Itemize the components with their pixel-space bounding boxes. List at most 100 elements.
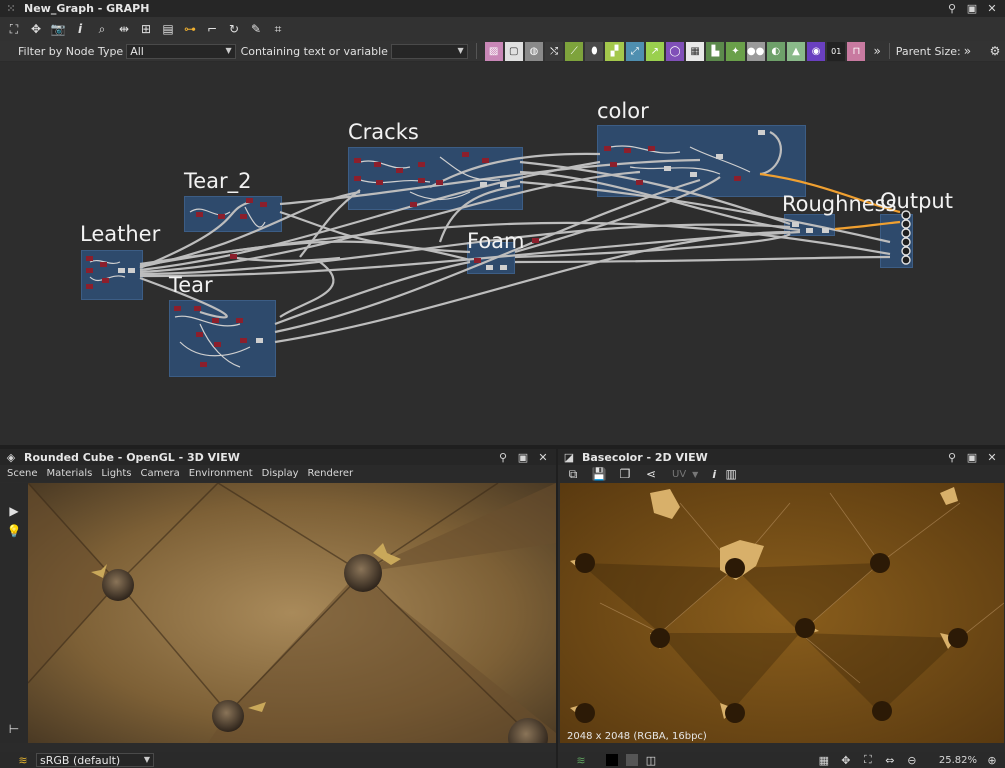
settings-icon[interactable]: ⚙ [985, 41, 1005, 61]
node[interactable] [806, 228, 813, 233]
node[interactable] [246, 198, 253, 203]
transform-icon[interactable]: ⤢ [625, 41, 644, 61]
move-icon[interactable]: ⇔ [883, 753, 897, 767]
tools-icon[interactable]: ✎ [245, 19, 267, 39]
node[interactable] [240, 338, 247, 343]
frame-icon[interactable]: ▤ [157, 19, 179, 39]
align-nodes-icon[interactable]: ⇹ [113, 19, 135, 39]
layers-icon[interactable]: ≋ [574, 753, 588, 767]
pin-icon[interactable]: ⚲ [945, 450, 959, 464]
node[interactable] [128, 268, 135, 273]
tile-icon[interactable]: ▦ [686, 41, 705, 61]
gradient-icon[interactable]: ▞ [605, 41, 624, 61]
link-style-icon[interactable]: ⊶ [179, 19, 201, 39]
close-icon[interactable]: ✕ [985, 450, 999, 464]
color-picker-icon[interactable]: ◫ [644, 753, 658, 767]
share-icon[interactable]: ⋖ [640, 464, 662, 484]
binary-icon[interactable]: 01 [827, 41, 846, 61]
node[interactable] [500, 265, 507, 270]
copy-icon[interactable]: ⧉ [562, 464, 584, 484]
node[interactable] [480, 182, 487, 187]
menu-lights[interactable]: Lights [101, 468, 131, 479]
node[interactable] [482, 158, 489, 163]
fill-icon[interactable]: ⬮ [585, 41, 604, 61]
maximize-icon[interactable]: ▣ [516, 450, 530, 464]
search-icon[interactable]: ⌕ [91, 19, 113, 39]
node[interactable] [436, 180, 443, 185]
node[interactable] [86, 256, 93, 261]
graph-canvas[interactable]: Leather Tear_2 Tear Cracks Foam color Ro… [0, 62, 1005, 445]
zoom-level[interactable]: 25.82% [939, 755, 977, 766]
menu-renderer[interactable]: Renderer [308, 468, 354, 479]
normal-icon[interactable]: ▙ [706, 41, 725, 61]
search-input[interactable]: ▼ [390, 43, 468, 59]
node[interactable] [260, 202, 267, 207]
menu-scene[interactable]: Scene [7, 468, 38, 479]
node[interactable] [86, 284, 93, 289]
video-camera-icon[interactable]: ▶ [3, 501, 25, 521]
node[interactable] [624, 148, 631, 153]
zoom-in-icon[interactable]: ⊕ [985, 753, 999, 767]
node[interactable] [218, 214, 225, 219]
node[interactable] [758, 130, 765, 135]
node[interactable] [462, 152, 469, 157]
node[interactable] [690, 172, 697, 177]
node[interactable] [174, 306, 181, 311]
maximize-icon[interactable]: ▣ [965, 450, 979, 464]
node-type-select[interactable]: All ▼ [126, 43, 236, 59]
channel-black-swatch[interactable] [606, 754, 618, 766]
histogram-icon[interactable]: ▥ [720, 464, 742, 484]
node[interactable] [648, 146, 655, 151]
node[interactable] [86, 268, 93, 273]
node[interactable] [396, 168, 403, 173]
close-icon[interactable]: ✕ [985, 2, 999, 16]
switch-icon[interactable]: ⤭ [544, 41, 564, 61]
node[interactable] [734, 176, 741, 181]
refresh-icon[interactable]: ↻ [223, 19, 245, 39]
node[interactable] [100, 262, 107, 267]
node[interactable] [716, 154, 723, 159]
node[interactable] [532, 238, 539, 243]
info-label[interactable]: i [712, 468, 716, 481]
bitmap-icon[interactable]: ▨ [484, 41, 503, 61]
menu-environment[interactable]: Environment [189, 468, 253, 479]
close-icon[interactable]: ✕ [536, 450, 550, 464]
hierarchy-icon[interactable]: ⊢ [3, 719, 25, 739]
layers-icon[interactable]: ≋ [16, 753, 30, 767]
camera-icon[interactable]: 📷 [47, 19, 69, 39]
node[interactable] [240, 214, 247, 219]
node[interactable] [102, 278, 109, 283]
menu-camera[interactable]: Camera [141, 468, 180, 479]
node[interactable] [792, 222, 799, 227]
node[interactable] [500, 182, 507, 187]
node[interactable] [214, 342, 221, 347]
maximize-icon[interactable]: ▣ [965, 2, 979, 16]
zoom-out-icon[interactable]: ⊖ [905, 753, 919, 767]
channel-gray-swatch[interactable] [626, 754, 638, 766]
node[interactable] [604, 146, 611, 151]
node[interactable] [418, 162, 425, 167]
grid-snap-icon[interactable]: ⌗ [267, 19, 289, 39]
pixel-processor-icon[interactable]: ⊓ [847, 41, 866, 61]
fit-icon[interactable]: ⛶ [861, 753, 875, 767]
levels-icon[interactable]: ↗ [645, 41, 664, 61]
node[interactable] [486, 265, 493, 270]
svg-icon[interactable]: ▢ [504, 41, 523, 61]
node[interactable] [196, 332, 203, 337]
node[interactable] [212, 318, 219, 323]
warp-icon[interactable]: ✦ [726, 41, 745, 61]
node[interactable] [636, 180, 643, 185]
pin-icon[interactable]: ⚲ [945, 2, 959, 16]
node[interactable] [256, 338, 263, 343]
view3d-viewport[interactable] [28, 483, 556, 743]
node[interactable] [354, 176, 361, 181]
menu-materials[interactable]: Materials [47, 468, 93, 479]
grid-icon[interactable]: ▦ [817, 753, 831, 767]
view2d-viewport[interactable]: 2048 x 2048 (RGBA, 16bpc) [560, 483, 1004, 743]
layout-icon[interactable]: ⊞ [135, 19, 157, 39]
uniform-color-icon[interactable]: ◯ [665, 41, 685, 61]
node[interactable] [376, 180, 383, 185]
color-wheel-icon[interactable]: ◉ [807, 41, 826, 61]
node[interactable] [474, 258, 481, 263]
node[interactable] [664, 166, 671, 171]
